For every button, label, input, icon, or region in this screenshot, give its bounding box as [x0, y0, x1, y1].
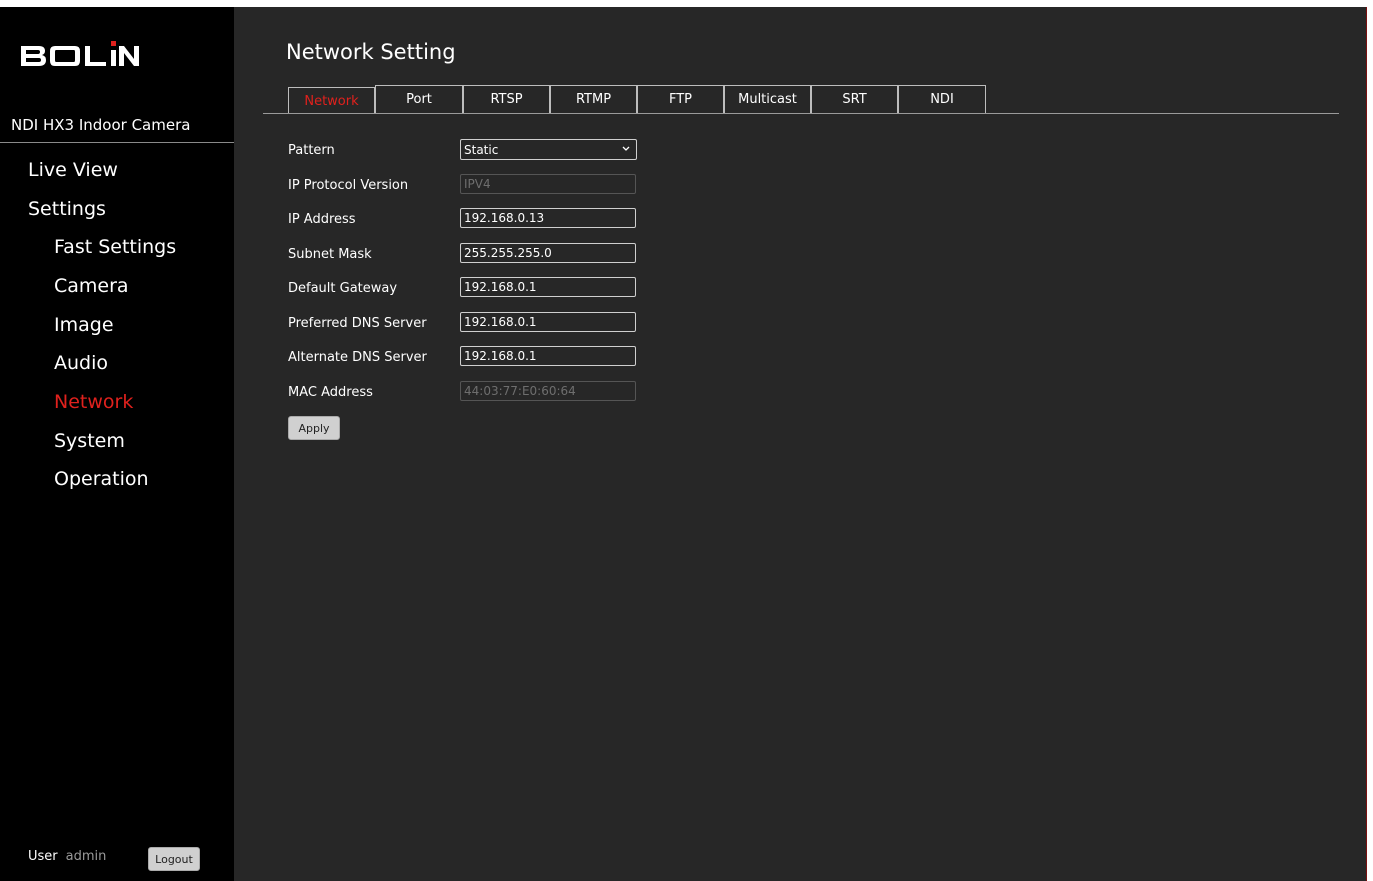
ip-protocol-label: IP Protocol Version	[288, 178, 409, 193]
ip-address-field[interactable]	[460, 208, 636, 228]
tab-ndi[interactable]: NDI	[898, 85, 986, 113]
user-info: User admin	[28, 849, 106, 864]
tab-rtmp[interactable]: RTMP	[550, 85, 637, 113]
sidebar: NDI HX3 Indoor Camera Live View Settings…	[0, 7, 234, 881]
pattern-select[interactable]: Static	[460, 139, 637, 160]
user-name: admin	[65, 849, 107, 864]
nav-image[interactable]: Image	[54, 314, 114, 336]
chevron-down-icon	[622, 146, 630, 151]
tab-underline	[263, 113, 1339, 114]
nav-fast-settings[interactable]: Fast Settings	[54, 236, 176, 258]
alternate-dns-label: Alternate DNS Server	[288, 350, 427, 365]
preferred-dns-label: Preferred DNS Server	[288, 316, 427, 331]
logout-button[interactable]: Logout	[148, 847, 200, 871]
nav-camera[interactable]: Camera	[54, 275, 129, 297]
main-content: Network Setting Network Port RTSP RTMP F…	[234, 7, 1367, 881]
nav-network[interactable]: Network	[54, 391, 133, 413]
nav-system[interactable]: System	[54, 430, 125, 452]
bolin-logo	[19, 40, 141, 68]
device-name: NDI HX3 Indoor Camera	[11, 116, 191, 134]
default-gateway-field[interactable]	[460, 277, 636, 297]
tab-port[interactable]: Port	[375, 85, 463, 113]
nav-settings[interactable]: Settings	[28, 198, 106, 220]
nav-audio[interactable]: Audio	[54, 352, 108, 374]
page-title: Network Setting	[286, 40, 456, 64]
nav-operation[interactable]: Operation	[54, 468, 149, 490]
pattern-label: Pattern	[288, 143, 335, 158]
preferred-dns-field[interactable]	[460, 312, 636, 332]
tab-srt[interactable]: SRT	[811, 85, 898, 113]
tab-rtsp[interactable]: RTSP	[463, 85, 550, 113]
pattern-value: Static	[464, 142, 499, 157]
apply-button[interactable]: Apply	[288, 416, 340, 440]
tab-network[interactable]: Network	[288, 87, 375, 114]
default-gateway-label: Default Gateway	[288, 281, 398, 296]
mac-address-field	[460, 381, 636, 401]
user-label: User	[28, 849, 58, 864]
nav-live-view[interactable]: Live View	[28, 159, 118, 181]
alternate-dns-field[interactable]	[460, 346, 636, 366]
subnet-mask-field[interactable]	[460, 243, 636, 263]
mac-address-label: MAC Address	[288, 385, 373, 400]
subnet-mask-label: Subnet Mask	[288, 247, 372, 262]
ip-protocol-field	[460, 174, 636, 194]
right-edge-border	[1366, 7, 1367, 881]
tab-multicast[interactable]: Multicast	[724, 85, 811, 113]
sidebar-divider	[0, 142, 234, 143]
ip-address-label: IP Address	[288, 212, 356, 227]
tab-ftp[interactable]: FTP	[637, 85, 724, 113]
